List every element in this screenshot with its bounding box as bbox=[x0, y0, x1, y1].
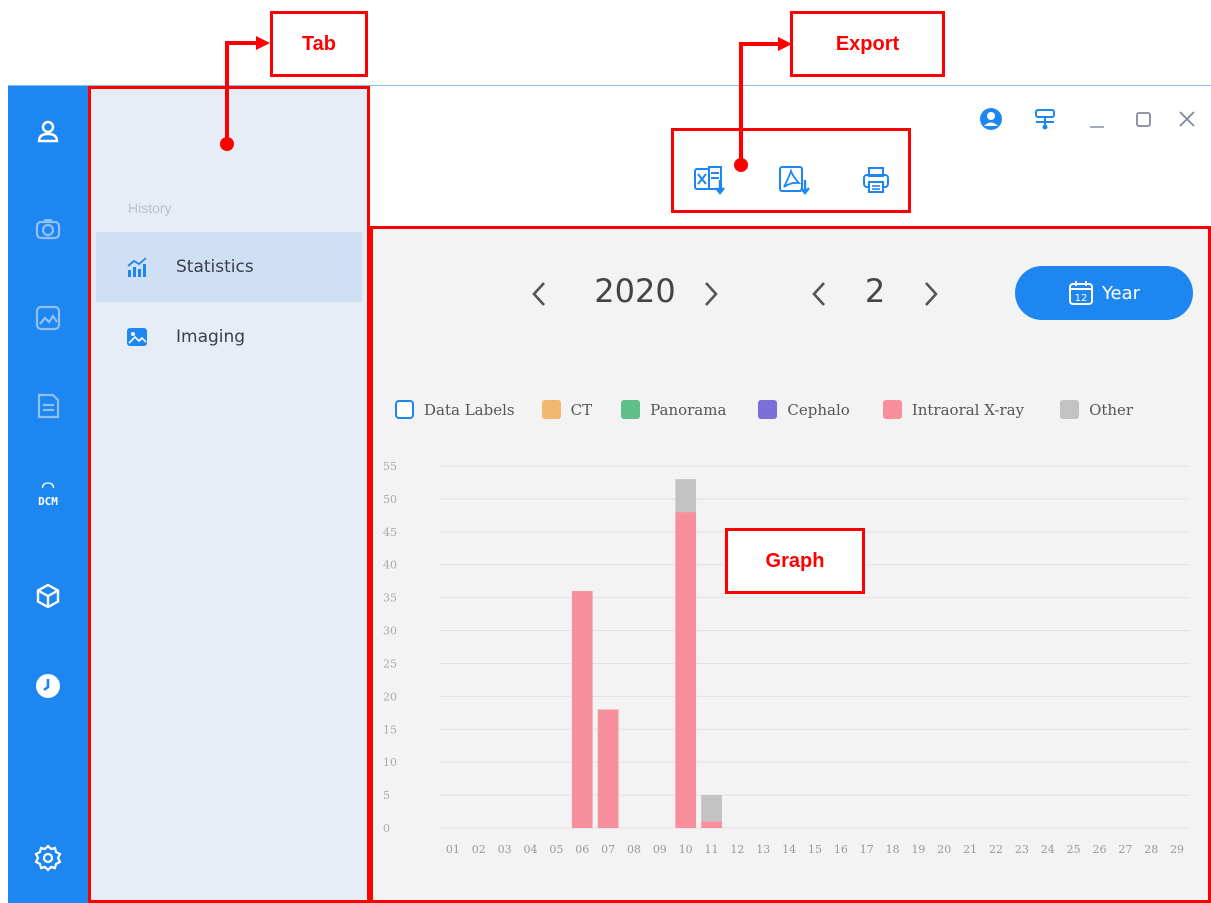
x-tick-label: 17 bbox=[860, 843, 874, 856]
x-tick-label: 10 bbox=[679, 843, 693, 856]
y-tick-label: 30 bbox=[383, 625, 397, 638]
image-icon[interactable] bbox=[32, 302, 64, 334]
period-year-label: Year bbox=[1101, 282, 1141, 304]
legend-label: Panorama bbox=[650, 400, 727, 419]
x-tick-label: 08 bbox=[627, 843, 641, 856]
legend-swatch bbox=[621, 400, 641, 419]
x-tick-label: 02 bbox=[472, 843, 486, 856]
x-tick-label: 18 bbox=[886, 843, 900, 856]
calendar-icon: 12 bbox=[1068, 281, 1093, 305]
x-tick-label: 03 bbox=[498, 843, 512, 856]
annotation-arrows bbox=[220, 36, 792, 172]
x-tick-label: 13 bbox=[756, 843, 770, 856]
image-icon bbox=[126, 326, 148, 348]
x-tick-label: 27 bbox=[1118, 843, 1132, 856]
settings-icon[interactable] bbox=[32, 842, 64, 874]
y-tick-label: 10 bbox=[383, 756, 397, 769]
tab-annotation-label: Tab bbox=[270, 11, 368, 77]
bar-segment bbox=[597, 709, 619, 828]
month-value: 2 bbox=[864, 272, 886, 310]
calendar-day: 12 bbox=[1075, 293, 1088, 304]
graph-annotation-label: Graph bbox=[725, 528, 865, 594]
x-tick-label: 09 bbox=[653, 843, 667, 856]
x-tick-label: 20 bbox=[937, 843, 951, 856]
x-tick-label: 16 bbox=[834, 843, 848, 856]
x-tick-label: 05 bbox=[549, 843, 563, 856]
tab-statistics-label: Statistics bbox=[176, 257, 254, 277]
next-year-button[interactable] bbox=[696, 276, 726, 312]
bar-segment bbox=[701, 821, 722, 828]
y-tick-label: 35 bbox=[383, 592, 397, 605]
tab-imaging[interactable]: Imaging bbox=[96, 302, 362, 372]
data-labels-toggle[interactable]: Data Labels bbox=[395, 400, 515, 419]
period-year-button[interactable]: 12 Year bbox=[1015, 266, 1193, 320]
legend-item-panorama[interactable]: Panorama bbox=[621, 400, 726, 419]
x-tick-label: 28 bbox=[1144, 843, 1158, 856]
year-value: 2020 bbox=[594, 272, 676, 310]
bar-segment bbox=[571, 591, 593, 828]
prev-month-button[interactable] bbox=[804, 276, 834, 312]
x-tick-label: 29 bbox=[1170, 843, 1184, 856]
bar-segment bbox=[675, 512, 697, 828]
document-icon[interactable] bbox=[32, 390, 64, 422]
y-tick-label: 40 bbox=[383, 559, 397, 572]
y-tick-label: 25 bbox=[383, 657, 397, 670]
x-tick-label: 23 bbox=[1015, 843, 1029, 856]
legend-swatch bbox=[541, 400, 561, 419]
cube-icon[interactable] bbox=[32, 580, 64, 612]
data-labels-text: Data Labels bbox=[424, 400, 515, 419]
checkbox-icon[interactable] bbox=[395, 400, 414, 419]
x-tick-label: 22 bbox=[989, 843, 1003, 856]
y-tick-label: 45 bbox=[383, 526, 397, 539]
export-annotation-label: Export bbox=[790, 11, 945, 77]
legend-swatch bbox=[758, 400, 778, 419]
y-tick-label: 15 bbox=[383, 723, 397, 736]
x-tick-label: 19 bbox=[911, 843, 925, 856]
x-tick-label: 24 bbox=[1041, 843, 1055, 856]
dcm-label: DCM bbox=[38, 494, 58, 508]
legend-item-intraoral[interactable]: Intraoral X-ray bbox=[882, 400, 1025, 419]
x-tick-label: 06 bbox=[575, 843, 589, 856]
x-tick-label: 01 bbox=[446, 843, 460, 856]
legend-label: Intraoral X-ray bbox=[911, 400, 1025, 419]
x-tick-label: 11 bbox=[705, 843, 719, 856]
legend-label: Other bbox=[1089, 400, 1134, 419]
legend-label: Cephalo bbox=[787, 400, 850, 419]
legend-swatch bbox=[882, 400, 902, 419]
legend-item-ct[interactable]: CT bbox=[541, 400, 593, 419]
tab-imaging-label: Imaging bbox=[176, 327, 246, 347]
app-window: DCM History Statistics Imaging 2020 2 12… bbox=[0, 0, 1211, 903]
x-tick-label: 04 bbox=[524, 843, 538, 856]
y-tick-label: 50 bbox=[383, 493, 397, 506]
y-tick-label: 55 bbox=[383, 460, 397, 473]
prev-year-button[interactable] bbox=[524, 276, 554, 312]
y-tick-label: 0 bbox=[383, 822, 390, 835]
x-tick-label: 21 bbox=[963, 843, 977, 856]
dcm-icon[interactable]: DCM bbox=[32, 478, 64, 510]
x-tick-label: 07 bbox=[601, 843, 615, 856]
x-tick-label: 26 bbox=[1092, 843, 1106, 856]
x-tick-label: 12 bbox=[730, 843, 744, 856]
x-tick-label: 14 bbox=[782, 843, 796, 856]
next-month-button[interactable] bbox=[916, 276, 946, 312]
y-tick-label: 5 bbox=[383, 789, 390, 802]
legend-item-cephalo[interactable]: Cephalo bbox=[758, 400, 850, 419]
x-tick-label: 25 bbox=[1067, 843, 1081, 856]
legend-item-other[interactable]: Other bbox=[1060, 400, 1133, 419]
bar-segment bbox=[675, 479, 697, 513]
stacked-bar-chart: 051015202530354045505501 02 03 04 05 06 07 08 09… bbox=[383, 460, 1190, 856]
legend-label: CT bbox=[570, 400, 593, 419]
x-tick-label: 15 bbox=[808, 843, 822, 856]
bar-segment bbox=[701, 795, 722, 822]
chart-legend: Data Labels CT Panorama Cephalo Intraora… bbox=[395, 400, 1133, 419]
y-tick-label: 20 bbox=[383, 690, 397, 703]
legend-swatch bbox=[1060, 400, 1080, 419]
clock-icon[interactable] bbox=[32, 670, 64, 702]
